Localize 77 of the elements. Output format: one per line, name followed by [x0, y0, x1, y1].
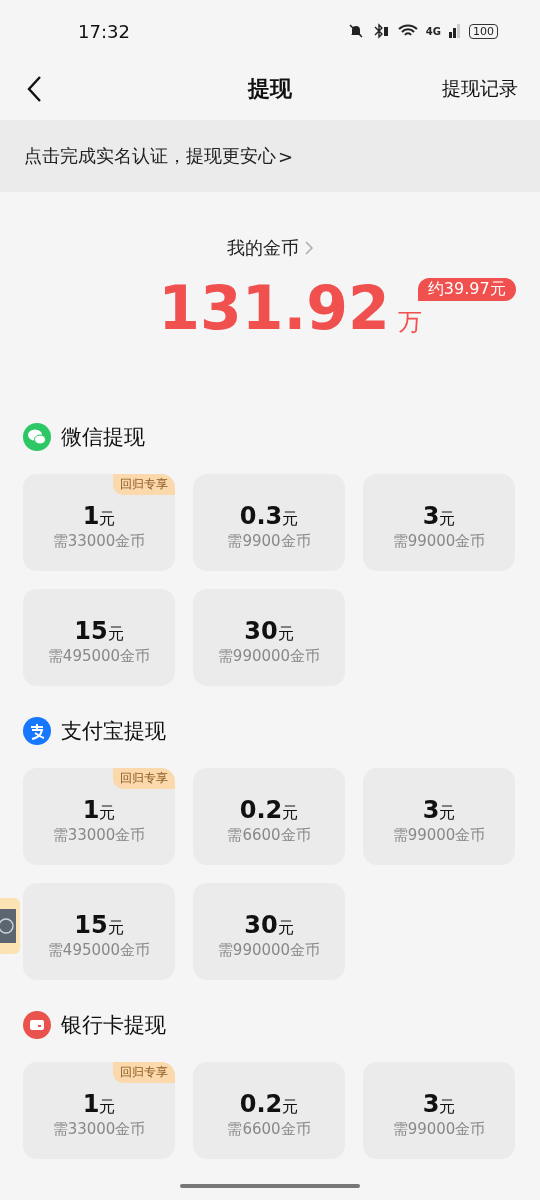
back-icon[interactable]	[26, 75, 42, 103]
option-unit: 元	[99, 803, 116, 824]
option-amount: 30	[244, 617, 278, 645]
chevron-icon	[305, 241, 313, 255]
status-time: 17:32	[78, 20, 130, 42]
withdraw-option[interactable]: 回归专享 1元 需33000金币	[23, 768, 175, 865]
option-amount: 30	[244, 911, 278, 939]
option-unit: 元	[99, 509, 116, 530]
section-title: 支付宝提现	[61, 718, 166, 745]
option-unit: 元	[99, 1097, 116, 1118]
alipay-icon	[23, 717, 51, 745]
section-title: 银行卡提现	[61, 1012, 166, 1039]
option-amount: 3	[422, 1090, 440, 1118]
promo-tag: 回归专享	[113, 474, 175, 495]
withdraw-option[interactable]: 3元 需99000金币	[363, 1062, 515, 1159]
option-unit: 元	[277, 624, 294, 645]
option-cost: 需495000金币	[47, 647, 151, 666]
withdraw-option[interactable]: 15元 需495000金币	[23, 883, 175, 980]
withdraw-option[interactable]: 回归专享 1元 需33000金币	[23, 1062, 175, 1159]
option-cost: 需33000金币	[52, 532, 146, 551]
withdraw-option[interactable]: 0.2元 需6600金币	[193, 1062, 345, 1159]
withdraw-option[interactable]: 3元 需99000金币	[363, 768, 515, 865]
signal-icon	[449, 24, 461, 38]
option-cost: 需6600金币	[227, 826, 311, 845]
option-amount: 1	[82, 502, 100, 530]
option-amount: 1	[82, 796, 100, 824]
verification-prompt[interactable]: 点击完成实名认证，提现更安心	[24, 144, 276, 168]
floating-widget[interactable]	[0, 898, 20, 954]
option-unit: 元	[277, 918, 294, 939]
option-unit: 元	[439, 803, 456, 824]
option-cost: 需33000金币	[52, 1120, 146, 1139]
option-amount: 3	[422, 796, 440, 824]
option-unit: 元	[107, 624, 124, 645]
withdraw-option[interactable]: 30元 需990000金币	[193, 589, 345, 686]
bell-off-icon	[347, 23, 364, 39]
option-cost: 需990000金币	[217, 647, 321, 666]
option-amount: 15	[74, 617, 108, 645]
option-amount: 15	[74, 911, 108, 939]
withdraw-option[interactable]: 15元 需495000金币	[23, 589, 175, 686]
option-amount: 1	[82, 1090, 100, 1118]
option-amount: 3	[422, 502, 440, 530]
withdraw-option[interactable]: 回归专享 1元 需33000金币	[23, 474, 175, 571]
option-cost: 需99000金币	[392, 826, 486, 845]
cash-value-badge: 约39.97元	[417, 278, 516, 301]
withdraw-option[interactable]: 30元 需990000金币	[193, 883, 345, 980]
option-unit: 元	[439, 509, 456, 530]
option-cost: 需6600金币	[227, 1120, 311, 1139]
chevron-icon: >	[278, 145, 294, 167]
option-unit: 元	[282, 1097, 299, 1118]
promo-tag: 回归专享	[113, 768, 175, 789]
promo-tag: 回归专享	[113, 1062, 175, 1083]
option-cost: 需99000金币	[392, 1120, 486, 1139]
option-amount: 0.2	[239, 796, 283, 824]
withdraw-option[interactable]: 0.2元 需6600金币	[193, 768, 345, 865]
option-cost: 需99000金币	[392, 532, 486, 551]
card-icon	[23, 1011, 51, 1039]
withdraw-option[interactable]: 0.3元 需9900金币	[193, 474, 345, 571]
option-unit: 元	[439, 1097, 456, 1118]
option-cost: 需990000金币	[217, 941, 321, 960]
option-cost: 需495000金币	[47, 941, 151, 960]
option-unit: 元	[282, 509, 299, 530]
coins-label[interactable]: 我的金币	[227, 236, 299, 260]
option-amount: 0.2	[239, 1090, 283, 1118]
coin-amount: 131.92	[158, 278, 390, 338]
withdraw-option[interactable]: 3元 需99000金币	[363, 474, 515, 571]
option-cost: 需33000金币	[52, 826, 146, 845]
withdraw-history-link[interactable]: 提现记录	[442, 76, 518, 102]
chat-bubbles-icon	[23, 423, 51, 451]
option-cost: 需9900金币	[227, 532, 311, 551]
option-unit: 元	[282, 803, 299, 824]
network-type: 4G	[425, 25, 441, 37]
coin-unit: 万	[397, 307, 422, 338]
page-title: 提现	[248, 75, 292, 103]
option-unit: 元	[107, 918, 124, 939]
option-amount: 0.3	[239, 502, 283, 530]
section-title: 微信提现	[61, 424, 145, 451]
battery-level: 100	[469, 23, 498, 39]
